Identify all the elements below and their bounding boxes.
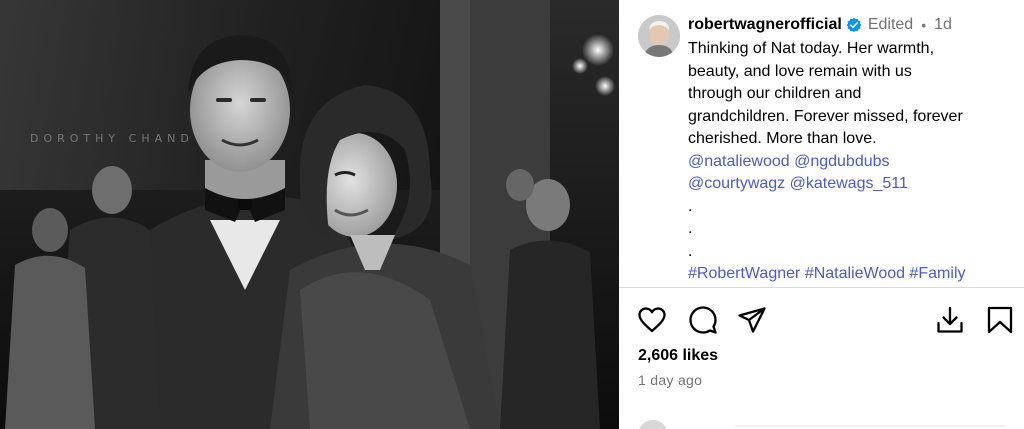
mention-link[interactable]: @ngdubdubs [794, 153, 889, 170]
avatar-image [638, 15, 680, 57]
like-button[interactable] [637, 305, 667, 335]
mentions-line: @nataliewood @ngdubdubs [688, 151, 1014, 174]
hashtags-line: #RobertWagner #NatalieWood #Family [688, 263, 1014, 286]
hashtag-link[interactable]: #RobertWagner [688, 265, 800, 282]
caption-line: cherished. More than love. [688, 130, 877, 147]
bookmark-icon [987, 306, 1013, 334]
heart-icon [638, 307, 666, 333]
comment-input[interactable] [735, 425, 1005, 427]
post-age[interactable]: 1d [934, 16, 952, 34]
photo-image: DOROTHY CHAND [0, 0, 619, 429]
caption-dot: . [688, 197, 693, 215]
share-button[interactable] [737, 305, 767, 335]
comment-button[interactable] [688, 305, 718, 335]
divider [619, 287, 1024, 288]
hashtag-link[interactable]: #Family [909, 265, 965, 282]
caption-dot: . [688, 220, 693, 237]
verified-badge-icon [846, 17, 862, 33]
post-timestamp[interactable]: 1 day ago [638, 372, 702, 388]
caption-line: grandchildren. Forever missed, forever [688, 107, 963, 125]
post-header: robertwagnerofficial Edited • 1d [688, 14, 952, 36]
mention-link[interactable]: @courtywagz [688, 175, 785, 192]
caption-line: Thinking of Nat today. Her warmth, [688, 40, 935, 57]
background-sign-text: DOROTHY CHAND [30, 132, 194, 145]
caption-line: through our children and [688, 85, 862, 102]
username-link[interactable]: robertwagnerofficial [688, 16, 842, 34]
share-icon [738, 307, 766, 333]
mention-link[interactable]: @nataliewood [688, 153, 790, 170]
download-button[interactable] [935, 305, 965, 335]
post-caption: Thinking of Nat today. Her warmth, beaut… [688, 38, 1014, 286]
avatar[interactable] [638, 15, 680, 57]
meta-separator: • [921, 17, 927, 33]
likes-count[interactable]: 2,606 likes [638, 347, 718, 365]
save-button[interactable] [985, 305, 1015, 335]
caption-dot: . [688, 242, 693, 260]
mentions-line: @courtywagz @katewags_511 [688, 173, 1014, 196]
edited-label: Edited [867, 16, 914, 33]
download-icon [937, 306, 963, 333]
hashtag-link[interactable]: #NatalieWood [805, 265, 905, 282]
post-photo[interactable]: DOROTHY CHAND [0, 0, 619, 429]
comment-icon [689, 306, 717, 334]
mention-link[interactable]: @katewags_511 [790, 175, 908, 192]
caption-line: beauty, and love remain with us [688, 62, 912, 80]
